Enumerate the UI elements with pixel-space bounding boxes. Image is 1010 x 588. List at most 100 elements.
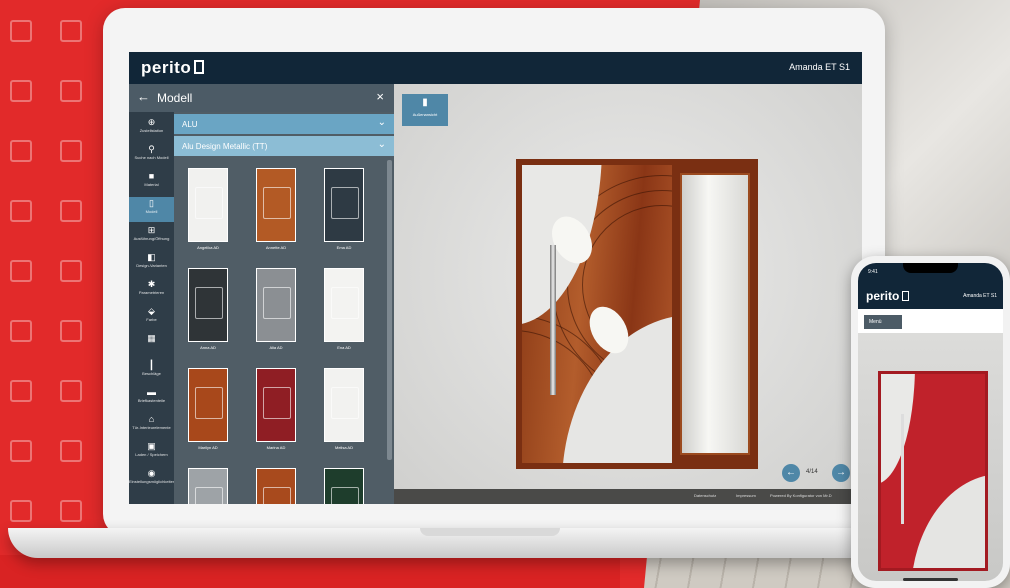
chevron-down-icon: ⌄: [377, 117, 386, 128]
door-thumbnail: [256, 368, 296, 442]
door-model-name: Amanda ET S1: [789, 62, 850, 72]
sidebar-item-handle[interactable]: ┃ Beschläge: [129, 359, 174, 384]
collection-dropdown[interactable]: Alu Design Metallic (TT) ⌄: [174, 136, 394, 156]
phone-menu-label: Menü: [869, 319, 882, 325]
sidebar-item-material[interactable]: ■ Material: [129, 170, 174, 195]
material-dropdown[interactable]: ALU ⌄: [174, 114, 394, 134]
camera-icon: ◉: [147, 468, 156, 478]
variant-icon: ◧: [147, 252, 156, 262]
sidebar-item-glass[interactable]: ▦: [129, 332, 174, 357]
model-tile[interactable]: Ena AD: [320, 268, 368, 350]
model-name: Marilyn AD: [198, 445, 218, 450]
footer-link-powered-by[interactable]: Powered By Konfigurator von Mr.D: [770, 493, 832, 498]
model-name: Angelika AD: [197, 245, 219, 250]
model-tile[interactable]: [184, 468, 232, 504]
mail-icon: ▬: [147, 387, 156, 397]
model-tile[interactable]: [252, 468, 300, 504]
model-name: Ena AD: [337, 345, 351, 350]
door-sidelight-glass: [680, 173, 750, 455]
exterior-view-label: Außenansicht: [412, 112, 438, 117]
footer-link-imprint[interactable]: Impressum: [736, 493, 756, 498]
phone-home-indicator: [903, 578, 958, 581]
sidebar-item-label: Zustellstation: [139, 128, 164, 133]
sidebar-item-home[interactable]: ⌂ Tür-Interieurelemente: [129, 413, 174, 438]
material-value: ALU: [182, 120, 198, 129]
model-name: Marina AD: [266, 445, 286, 450]
model-tile[interactable]: Anna AD: [184, 268, 232, 350]
door-thumbnail: [188, 268, 228, 342]
back-arrow-icon[interactable]: ←: [137, 89, 150, 104]
model-name: Annette AD: [265, 245, 287, 250]
door-swoosh-inlay: [881, 374, 915, 484]
phone-app-header: perito Amanda ET S1: [858, 283, 1003, 309]
model-name: Alia AD: [269, 345, 283, 350]
phone-screen: 9:41 perito Amanda ET S1 Menü: [858, 263, 1003, 581]
logo-text: perito: [141, 58, 192, 77]
door-position-counter: 4/14: [806, 469, 818, 475]
footer-link-privacy[interactable]: Datenschutz: [694, 493, 716, 498]
sidebar-item-layout[interactable]: ⊞ Ausführung/Öffnung: [129, 224, 174, 249]
sidebar-item-label: Parametrieren: [138, 290, 165, 295]
search-icon: ⚲: [148, 144, 155, 154]
phone-logo-text: perito: [866, 289, 900, 303]
phone-menu-button[interactable]: Menü: [864, 315, 902, 329]
model-name: Anna AD: [200, 345, 216, 350]
exterior-view-button[interactable]: ▮ Außenansicht: [402, 94, 448, 126]
layout-icon: ⊞: [147, 225, 156, 235]
chevron-down-icon: ⌄: [377, 139, 386, 150]
sidebar-item-door[interactable]: ▯ Modell: [129, 197, 174, 222]
sidebar-item-dimensions[interactable]: ✱ Parametrieren: [129, 278, 174, 303]
perito-logo[interactable]: perito: [141, 58, 205, 78]
sidebar-item-label: Laden / Speichern: [135, 452, 168, 457]
sidebar-item-mail[interactable]: ▬ Briefkastenteile: [129, 386, 174, 411]
sidebar-item-label: Design-Varianten: [136, 263, 167, 268]
phone-door-render: [878, 371, 988, 571]
sidebar-item-camera[interactable]: ◉ Einstellungsmöglichkeiten: [129, 467, 175, 492]
panel-header: ← Modell ×: [129, 84, 394, 112]
model-tile[interactable]: Alia AD: [252, 268, 300, 350]
globe-icon: ⊕: [147, 117, 156, 127]
laptop-screen: perito Amanda ET S1 ← Modell × ⊕ Zustells…: [129, 52, 862, 504]
sidebar-item-globe[interactable]: ⊕ Zustellstation: [129, 116, 174, 141]
viewer-footer: Datenschutz Impressum Powered By Konfigu…: [394, 489, 862, 504]
sidebar-item-paint[interactable]: ⬙ Farbe: [129, 305, 174, 330]
door-thumbnail: [256, 268, 296, 342]
sidebar-item-image[interactable]: ▣ Laden / Speichern: [129, 440, 174, 465]
image-icon: ▣: [147, 441, 156, 451]
model-tile[interactable]: Marina AD: [252, 368, 300, 450]
icon-pattern: [0, 0, 100, 588]
sidebar-item-label: Farbe: [146, 317, 157, 322]
next-door-button[interactable]: →: [832, 464, 850, 482]
model-tile[interactable]: Melisa AD: [320, 368, 368, 450]
model-grid: Angelika AD Annette AD Ema AD Anna AD Alia A…: [174, 160, 394, 504]
sidebar-item-label: Material: [144, 182, 159, 187]
phone-door-name: Amanda ET S1: [963, 293, 997, 299]
model-tile[interactable]: Marilyn AD: [184, 368, 232, 450]
phone-notch: [903, 263, 958, 273]
model-tile[interactable]: Annette AD: [252, 168, 300, 250]
handle-icon: ┃: [148, 360, 155, 370]
sidebar-item-label: Beschläge: [142, 371, 161, 376]
previous-door-button[interactable]: ←: [782, 464, 800, 482]
dimensions-icon: ✱: [147, 279, 156, 289]
door-thumbnail: [324, 168, 364, 242]
phone-perito-logo[interactable]: perito: [866, 289, 910, 303]
sidebar-item-variant[interactable]: ◧ Design-Varianten: [129, 251, 174, 276]
model-grid-scrollbar[interactable]: [387, 160, 392, 460]
door-thumbnail: [324, 368, 364, 442]
door-thumbnail: [188, 168, 228, 242]
door-viewer: ▮ Außenansicht ← 4/14 → Datenschutz Impr…: [394, 84, 862, 504]
model-tile[interactable]: [320, 468, 368, 504]
door-handle-bar: [901, 414, 904, 524]
sidebar-item-label: Tür-Interieurelemente: [132, 425, 171, 430]
door-thumbnail: [188, 468, 228, 504]
phone-time: 9:41: [868, 269, 878, 275]
sidebar-item-label: Modell: [145, 209, 158, 214]
close-icon[interactable]: ×: [376, 89, 384, 104]
model-tile[interactable]: Ema AD: [320, 168, 368, 250]
sidebar-item-search[interactable]: ⚲ Suche nach Modell: [129, 143, 174, 168]
logo-door-icon: [194, 60, 205, 74]
phone-door-viewer: [858, 333, 1003, 581]
config-sidebar: ⊕ Zustellstation ⚲ Suche nach Modell ■ Materi…: [129, 112, 175, 504]
model-tile[interactable]: Angelika AD: [184, 168, 232, 250]
